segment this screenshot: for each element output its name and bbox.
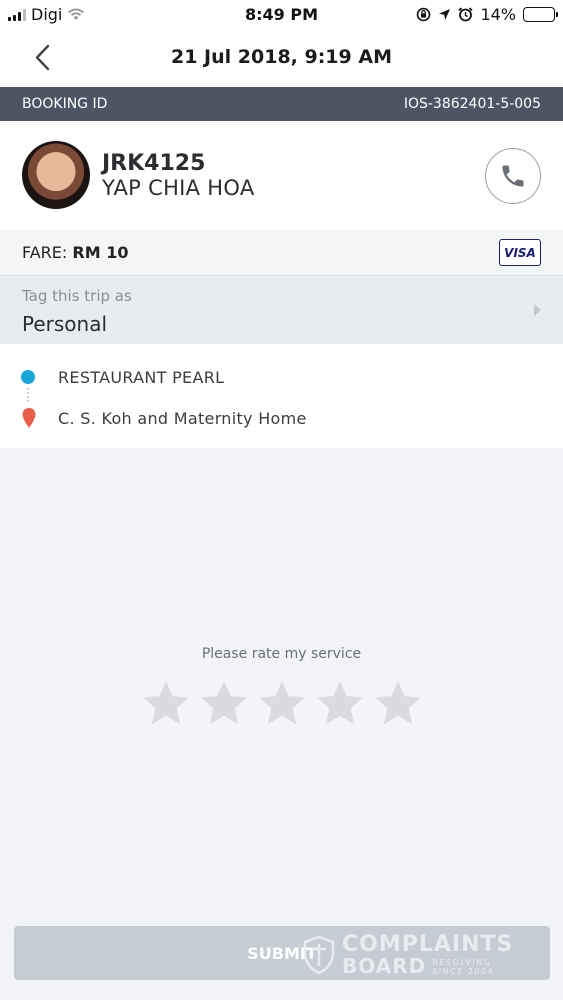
- alarm-icon: [458, 7, 474, 22]
- location-arrow-icon: [439, 9, 451, 20]
- battery-icon: [523, 7, 558, 22]
- watermark-line2: BOARD: [342, 954, 427, 978]
- star-icon[interactable]: [256, 678, 308, 730]
- driver-name: YAP CHIA HOA: [102, 176, 255, 200]
- star-icon[interactable]: [140, 678, 192, 730]
- route-card: RESTAURANT PEARL C. S. Koh and Maternity…: [0, 344, 563, 448]
- phone-icon: [502, 165, 524, 187]
- status-right: 14%: [416, 5, 558, 24]
- star-icon[interactable]: [198, 678, 250, 730]
- location-pin-icon: [22, 408, 36, 428]
- fare-amount: RM 10: [72, 243, 129, 262]
- watermark-line1: COMPLAINTS: [342, 932, 514, 957]
- vehicle-plate: JRK4125: [102, 151, 206, 176]
- shield-logo-icon: [303, 935, 335, 975]
- screen-rotation-lock-icon: [417, 7, 431, 22]
- driver-card: JRK4125 YAP CHIA HOA: [0, 121, 563, 230]
- fare-row: FARE: RM 10 VISA: [0, 230, 563, 276]
- watermark-line2-row: BOARD RESOLVING SINCE 2004: [342, 956, 513, 976]
- watermark-tagline1: RESOLVING: [432, 958, 492, 967]
- status-bar: Digi 8:49 PM 14%: [0, 0, 563, 30]
- star-icon[interactable]: [314, 678, 366, 730]
- star-icon[interactable]: [372, 678, 424, 730]
- fare-label: FARE:: [22, 243, 68, 262]
- visa-card-icon: VISA: [499, 239, 541, 266]
- tag-trip-label: Tag this trip as: [22, 287, 132, 305]
- fare-info: FARE: RM 10: [22, 243, 128, 262]
- tag-trip-value: Personal: [22, 312, 108, 336]
- booking-id-value: IOS-3862401-5-005: [403, 96, 541, 112]
- nav-bar: 21 Jul 2018, 9:19 AM: [0, 30, 563, 87]
- watermark-tagline: RESOLVING SINCE 2004: [432, 958, 494, 976]
- rating-section: Please rate my service: [0, 448, 563, 918]
- star-rating: [140, 678, 424, 730]
- rating-prompt: Please rate my service: [201, 646, 362, 662]
- chevron-right-icon: [534, 304, 541, 316]
- complaints-board-watermark: COMPLAINTS BOARD RESOLVING SINCE 2004: [302, 934, 513, 976]
- watermark-text: COMPLAINTS BOARD RESOLVING SINCE 2004: [342, 932, 514, 977]
- booking-id-bar: BOOKING ID IOS-3862401-5-005: [0, 87, 563, 121]
- pickup-location: RESTAURANT PEARL: [58, 368, 225, 387]
- booking-id-label: BOOKING ID: [22, 96, 108, 112]
- call-driver-button[interactable]: [485, 148, 541, 204]
- driver-avatar: [22, 141, 90, 209]
- dropoff-location: C. S. Koh and Maternity Home: [58, 409, 307, 428]
- battery-percent: 14%: [480, 5, 516, 24]
- route-connector: [27, 388, 29, 402]
- pickup-dot-icon: [21, 370, 35, 384]
- tag-trip-selector[interactable]: Tag this trip as Personal: [0, 277, 563, 344]
- watermark-tagline2: SINCE 2004: [432, 967, 495, 976]
- page-title: 21 Jul 2018, 9:19 AM: [171, 46, 392, 68]
